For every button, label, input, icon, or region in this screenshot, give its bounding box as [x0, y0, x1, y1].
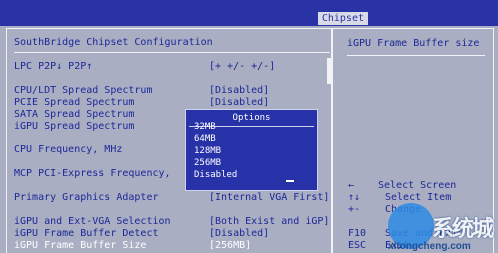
- setting-primary-graphics[interactable]: Primary Graphics Adapter: [14, 192, 159, 203]
- help-title-rule: [347, 55, 485, 56]
- tab-chipset[interactable]: Chipset: [317, 12, 368, 25]
- scrollbar[interactable]: [327, 58, 331, 84]
- setting-mcp-pcie-frequency[interactable]: MCP PCI-Express Frequency,: [14, 168, 171, 179]
- setting-igpu-fb-detect[interactable]: iGPU Frame Buffer Detect: [14, 228, 159, 239]
- help-text-screen: Select Screen: [378, 180, 457, 191]
- options-popup: Options 32MB 64MB 128MB 256MB Disabled: [185, 109, 318, 191]
- option-32mb[interactable]: 32MB: [194, 122, 216, 132]
- option-64mb[interactable]: 64MB: [194, 134, 216, 144]
- value-pcie-spread[interactable]: [Disabled]: [209, 97, 269, 108]
- value-igpu-fb-detect[interactable]: [Disabled]: [209, 228, 269, 239]
- site-watermark: 系统城 xitongcheng.com: [388, 203, 498, 253]
- setting-cpu-ldt-spread[interactable]: CPU/LDT Spread Spectrum: [14, 85, 152, 96]
- setting-igpu-ext-vga[interactable]: iGPU and Ext-VGA Selection: [14, 216, 171, 227]
- setting-lpc-p2p[interactable]: LPC P2P↓ P2P↑: [14, 61, 92, 72]
- section-title-rule: [14, 52, 330, 53]
- help-key-save: F10: [348, 228, 367, 239]
- value-lpc-p2p[interactable]: [+ +/- +/-]: [209, 61, 275, 72]
- setting-pcie-spread[interactable]: PCIE Spread Spectrum: [14, 97, 134, 108]
- value-igpu-ext-vga[interactable]: [Both Exist and iGP]: [209, 216, 329, 227]
- help-title: iGPU Frame Buffer size: [347, 38, 480, 49]
- value-cpu-ldt-spread[interactable]: [Disabled]: [209, 85, 269, 96]
- watermark-url: xitongcheng.com: [388, 241, 471, 252]
- help-key-change: +-: [348, 204, 361, 215]
- option-128mb[interactable]: 128MB: [194, 146, 221, 156]
- section-title: SouthBridge Chipset Configuration: [14, 37, 213, 48]
- setting-igpu-spread[interactable]: iGPU Spread Spectrum: [14, 121, 134, 132]
- help-key-screen: ←: [348, 180, 355, 191]
- option-disabled[interactable]: Disabled: [194, 170, 237, 180]
- help-key-item: ↑↓: [348, 192, 361, 203]
- help-key-exit: ESC: [348, 240, 367, 251]
- value-igpu-fb-size[interactable]: [256MB]: [209, 240, 251, 251]
- option-256mb[interactable]: 256MB: [194, 158, 221, 168]
- value-primary-graphics[interactable]: [Internal VGA First]: [209, 192, 329, 203]
- panel-divider: [331, 28, 333, 253]
- bios-top-bar: Chipset: [0, 0, 498, 26]
- bios-screen: { "header": { "tab": "Chipset" }, "left"…: [0, 0, 498, 253]
- help-text-item: Select Item: [385, 192, 452, 203]
- watermark-text: 系统城: [432, 216, 494, 241]
- setting-sata-spread[interactable]: SATA Spread Spectrum: [14, 109, 134, 120]
- popup-cursor: [286, 180, 294, 182]
- setting-cpu-frequency[interactable]: CPU Frequency, MHz: [14, 144, 122, 155]
- setting-igpu-fb-size[interactable]: iGPU Frame Buffer Size: [14, 240, 146, 251]
